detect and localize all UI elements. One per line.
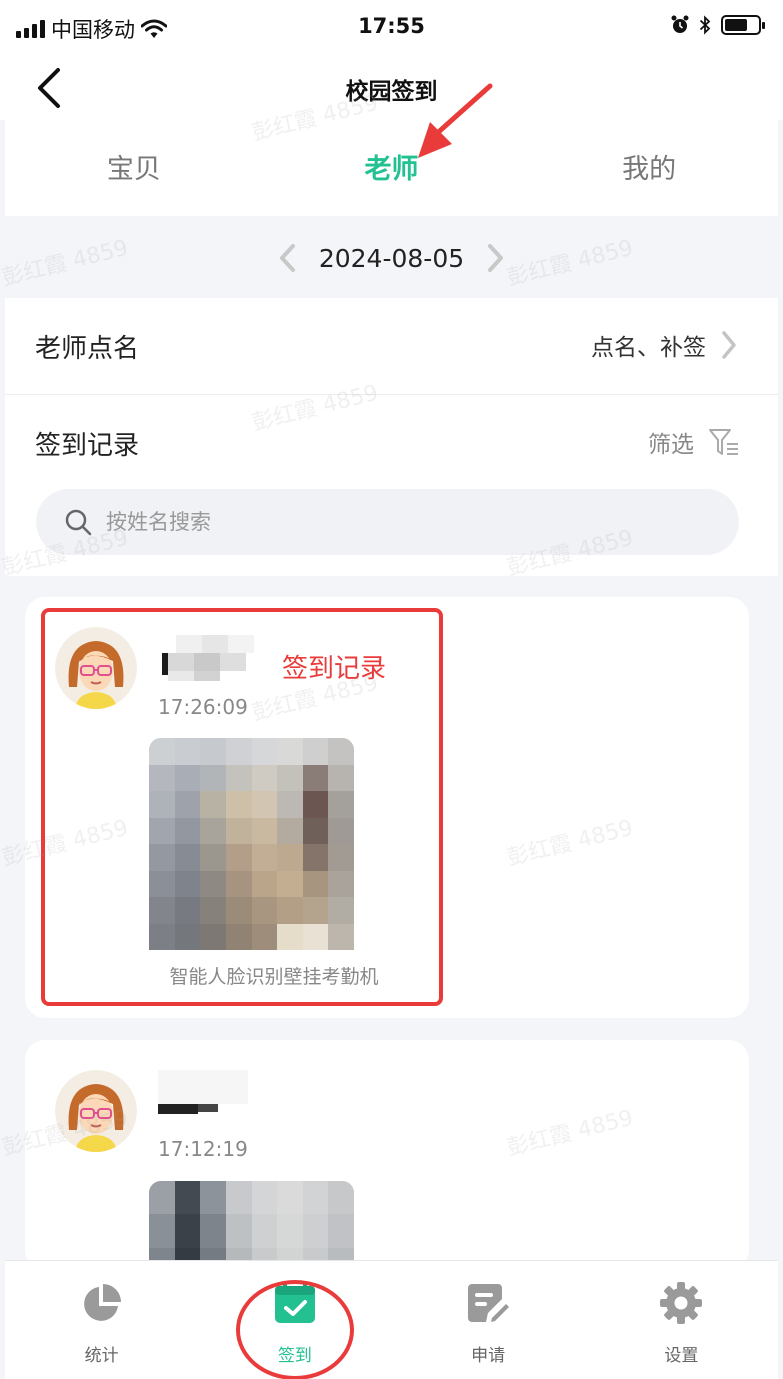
record-photo[interactable] [149,1181,354,1270]
chevron-right-icon [722,331,736,359]
tab-baby[interactable]: 宝贝 [5,120,263,216]
status-time: 17:55 [358,14,425,38]
bluetooth-icon [699,15,711,35]
tab-mine[interactable]: 我的 [520,120,778,216]
bottom-tab-settings[interactable]: 设置 [585,1261,778,1379]
alarm-icon [671,15,689,33]
edit-document-icon [468,1284,510,1322]
record-time: 17:12:19 [158,1137,248,1161]
bottom-tab-label: 设置 [664,1346,699,1366]
search-input[interactable] [106,510,666,534]
search-icon [65,509,92,536]
pie-chart-icon [83,1284,121,1321]
avatar [55,1070,137,1152]
teacher-avatar-icon [55,1070,137,1152]
nav-bar: 校园签到 [0,56,783,120]
gear-icon [660,1282,703,1324]
records-header-row: 签到记录 筛选 [5,395,778,491]
filter-icon [709,429,738,455]
tab-teacher[interactable]: 老师 [263,120,521,216]
filter-button[interactable]: 筛选 [648,425,740,459]
annotation-label: 签到记录 [282,654,387,684]
pixelated-photo [149,1181,354,1270]
battery-icon [721,15,765,35]
roll-call-row[interactable]: 老师点名 点名、补签 [5,298,778,395]
bottom-tab-checkin[interactable]: 签到 [198,1261,391,1379]
roll-call-label: 老师点名 [35,334,140,364]
bottom-tab-stats[interactable]: 统计 [5,1261,198,1379]
prev-date-icon[interactable] [275,241,301,275]
record-card[interactable]: 17:12:19 [25,1040,749,1270]
record-name-pixelated [158,1066,268,1116]
filter-label: 筛选 [648,432,694,458]
search-bar[interactable] [36,489,739,555]
bottom-tab-label: 统计 [84,1346,119,1366]
bottom-tab-label: 签到 [277,1346,312,1366]
attendance-panel: 老师点名 点名、补签 签到记录 筛选 [5,298,778,576]
roll-call-action-label: 点名、补签 [591,335,706,361]
status-icons [671,15,765,35]
page-title: 校园签到 [345,79,438,105]
roll-call-action[interactable]: 点名、补签 [591,328,738,362]
bottom-tab-apply[interactable]: 申请 [392,1261,585,1379]
date-navigator: 2024-08-05 [0,230,783,286]
status-bar: 中国移动 17:55 [0,0,783,56]
bottom-tab-label: 申请 [471,1346,506,1366]
bottom-tab-bar: 统计 签到 申请 设置 [5,1260,778,1379]
calendar-check-icon [274,1282,315,1323]
top-tabs: 宝贝 老师 我的 [5,120,778,216]
records-header-label: 签到记录 [35,431,140,461]
current-date[interactable]: 2024-08-05 [319,244,464,273]
next-date-icon[interactable] [482,241,508,275]
